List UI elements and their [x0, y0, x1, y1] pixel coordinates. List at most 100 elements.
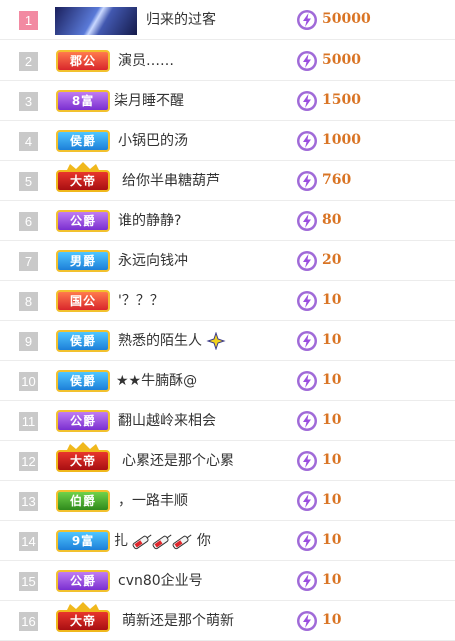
- rank-number: 13: [19, 492, 38, 511]
- rank-number: 14: [19, 532, 38, 551]
- score-value: 10: [322, 292, 342, 308]
- score-value: 5000: [322, 52, 361, 68]
- user-name[interactable]: ★★牛腩酥@: [116, 371, 197, 391]
- lightning-icon: [297, 51, 317, 71]
- user-name[interactable]: 归来的过客: [146, 10, 216, 30]
- rank-number: 3: [19, 92, 38, 111]
- rank-number: 12: [19, 452, 38, 471]
- list-item: 3 8富 柒月睡不醒 1500: [0, 81, 455, 121]
- rank-badge: 8富: [56, 90, 110, 112]
- list-item: 16 大帝 萌新还是那个萌新 10: [0, 601, 455, 641]
- list-item: 5 大帝 给你半串糖葫芦 760: [0, 161, 455, 201]
- list-item: 4 侯爵 小锅巴的汤 1000: [0, 121, 455, 161]
- rank-number: 8: [19, 292, 38, 311]
- lightning-icon: [297, 571, 317, 591]
- score-value: 20: [322, 252, 342, 268]
- rank-badge: 公爵: [56, 410, 110, 432]
- list-item: 1 归来的过客 50000: [0, 0, 455, 40]
- rank-badge: 国公: [56, 290, 110, 312]
- user-name[interactable]: 柒月睡不醒: [114, 91, 184, 111]
- list-item: 6 公爵 谁的静静? 80: [0, 201, 455, 241]
- rank-number: 4: [19, 132, 38, 151]
- score-value: 760: [322, 172, 352, 188]
- score-value: 10: [322, 612, 342, 628]
- lightning-icon: [297, 491, 317, 511]
- rank-badge: 侯爵: [56, 330, 110, 352]
- list-item: 2 郡公 演员…… 5000: [0, 41, 455, 81]
- lightning-icon: [297, 531, 317, 551]
- score-value: 1500: [322, 92, 361, 108]
- list-item: 15 公爵 cvn80企业号 10: [0, 561, 455, 601]
- list-item: 7 男爵 永远向钱冲 20: [0, 241, 455, 281]
- score-value: 10: [322, 492, 342, 508]
- user-name[interactable]: 给你半串糖葫芦: [122, 171, 220, 191]
- rank-badge: 郡公: [56, 50, 110, 72]
- score-value: 10: [322, 532, 342, 548]
- user-name-wrap[interactable]: 扎 你: [114, 531, 211, 551]
- list-item: 12 大帝 心累还是那个心累 10: [0, 441, 455, 481]
- syringe-icons: [133, 534, 192, 550]
- rank-badge: 侯爵: [56, 370, 110, 392]
- sparkle-icon: [206, 332, 227, 350]
- lightning-icon: [297, 291, 317, 311]
- rank-number: 15: [19, 572, 38, 591]
- user-name[interactable]: '？？？: [118, 291, 164, 311]
- list-item: 8 国公 '？？？ 10: [0, 281, 455, 321]
- lightning-icon: [297, 251, 317, 271]
- lightning-icon: [297, 171, 317, 191]
- score-value: 10: [322, 452, 342, 468]
- user-name[interactable]: 翻山越岭来相会: [118, 411, 216, 431]
- lightning-icon: [297, 611, 317, 631]
- rank-number: 11: [19, 412, 38, 431]
- score-value: 1000: [322, 132, 361, 148]
- rank-badge: 男爵: [56, 250, 110, 272]
- user-name[interactable]: 演员……: [118, 51, 174, 71]
- user-name-wrap[interactable]: 熟悉的陌生人: [118, 331, 227, 351]
- user-name-suffix: 你: [196, 533, 211, 549]
- rank-badge: 大帝: [56, 450, 110, 472]
- lightning-icon: [297, 371, 317, 391]
- rank-badge: 伯爵: [56, 490, 110, 512]
- rank-badge: 公爵: [56, 210, 110, 232]
- user-name: 扎: [114, 533, 128, 549]
- score-value: 10: [322, 412, 342, 428]
- rank-number: 5: [19, 172, 38, 191]
- lightning-icon: [297, 131, 317, 151]
- list-item: 9 侯爵 熟悉的陌生人 10: [0, 321, 455, 361]
- user-name: 熟悉的陌生人: [118, 333, 202, 349]
- rank-badge: 大帝: [56, 170, 110, 192]
- lightning-icon: [297, 451, 317, 471]
- rank-number: 7: [19, 252, 38, 271]
- list-item: 13 伯爵 ，一路丰顺 10: [0, 481, 455, 521]
- user-name[interactable]: cvn80企业号: [118, 571, 203, 591]
- user-name[interactable]: 小锅巴的汤: [118, 131, 188, 151]
- rank-badge: 侯爵: [56, 130, 110, 152]
- user-name[interactable]: 谁的静静?: [118, 211, 181, 231]
- rank-number: 9: [19, 332, 38, 351]
- rank-number: 2: [19, 52, 38, 71]
- user-name[interactable]: 萌新还是那个萌新: [122, 611, 234, 631]
- ranking-list: 1 归来的过客 50000 2 郡公 演员…… 5000 3 8富 柒月睡不醒 …: [0, 0, 455, 641]
- lightning-icon: [297, 10, 317, 30]
- score-value: 10: [322, 572, 342, 588]
- rank-badge: 公爵: [56, 570, 110, 592]
- list-item: 11 公爵 翻山越岭来相会 10: [0, 401, 455, 441]
- score-value: 50000: [322, 11, 371, 27]
- score-value: 80: [322, 212, 342, 228]
- list-item: 14 9富 扎 你 10: [0, 521, 455, 561]
- score-value: 10: [322, 372, 342, 388]
- lightning-icon: [297, 331, 317, 351]
- avatar[interactable]: [55, 7, 137, 35]
- lightning-icon: [297, 211, 317, 231]
- lightning-icon: [297, 411, 317, 431]
- user-name[interactable]: ，一路丰顺: [118, 491, 188, 511]
- rank-number: 10: [19, 372, 38, 391]
- rank-badge: 9富: [56, 530, 110, 552]
- score-value: 10: [322, 332, 342, 348]
- rank-number: 6: [19, 212, 38, 231]
- user-name[interactable]: 永远向钱冲: [118, 251, 188, 271]
- list-item: 10 侯爵 ★★牛腩酥@ 10: [0, 361, 455, 401]
- user-name[interactable]: 心累还是那个心累: [122, 451, 234, 471]
- rank-number: 1: [19, 11, 38, 30]
- lightning-icon: [297, 91, 317, 111]
